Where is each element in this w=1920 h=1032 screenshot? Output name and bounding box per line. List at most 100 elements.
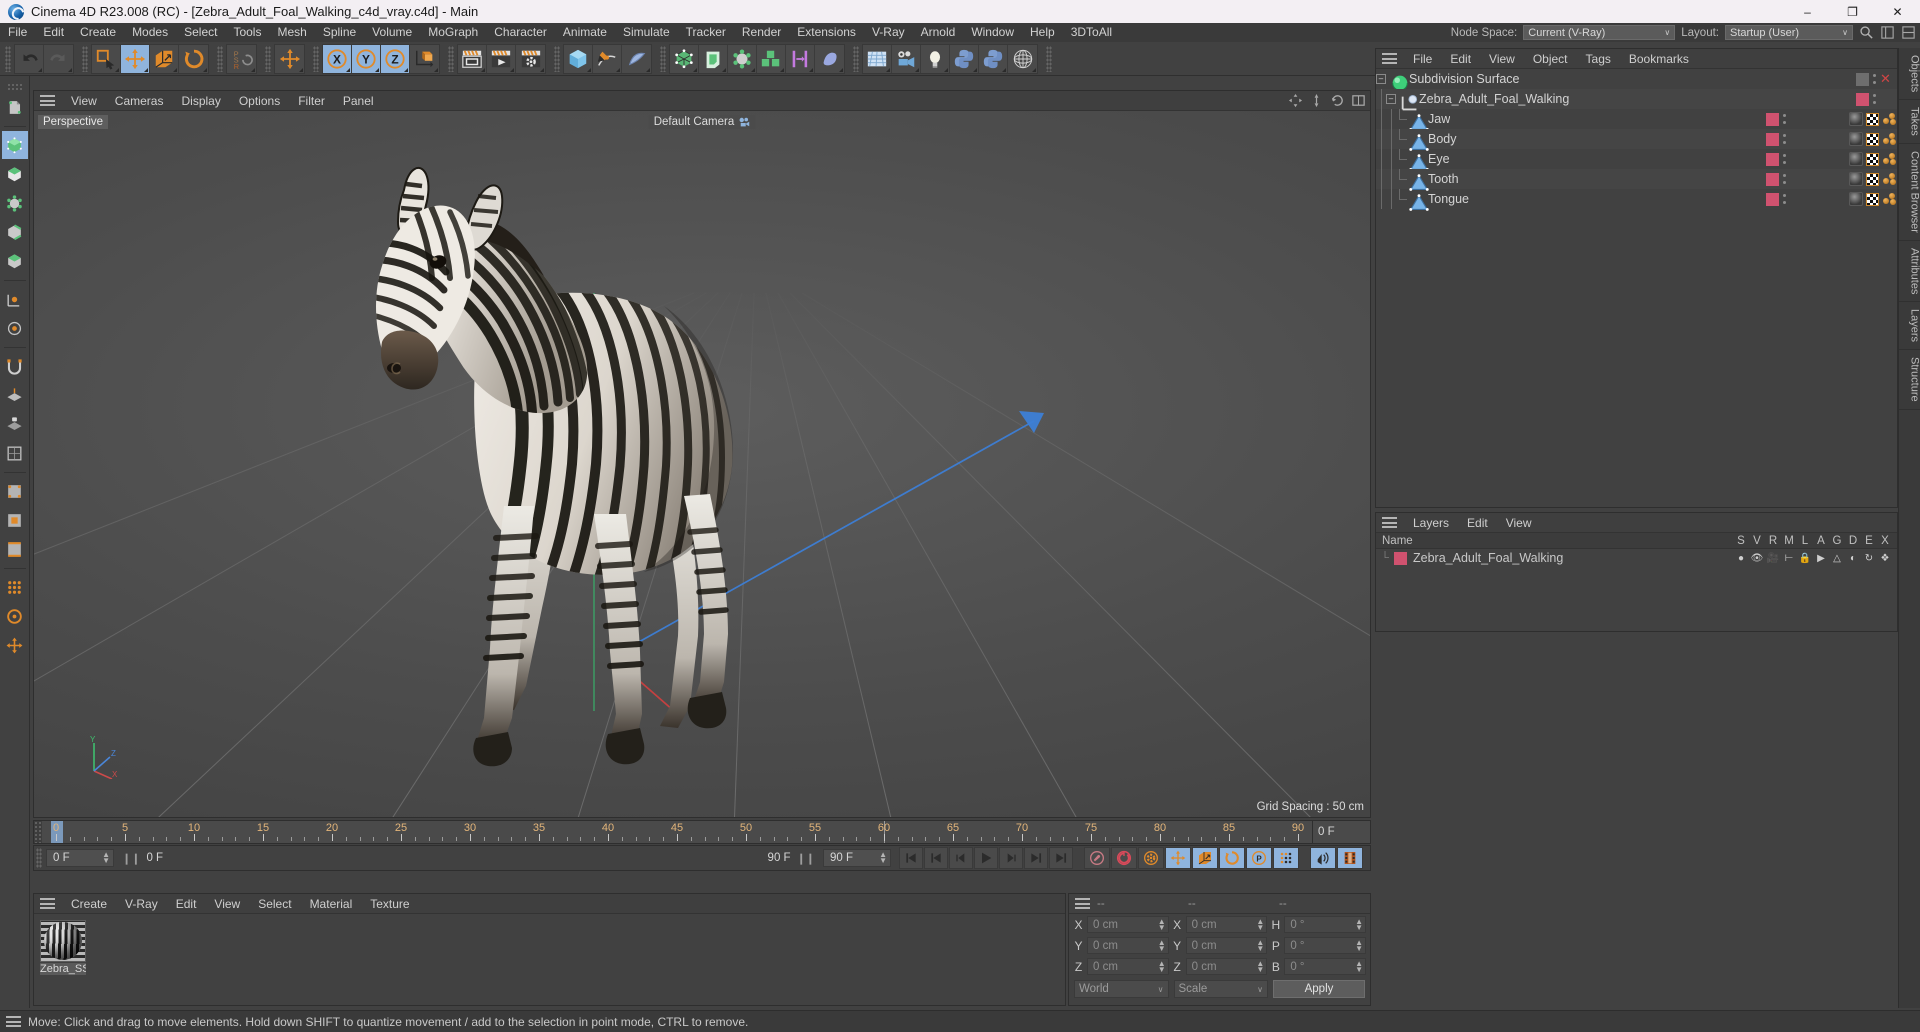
timeline-ruler[interactable]: 0 5 10 15 20 25 30 35 40 45 50 55 60 65 70 75 80 85 90 0 F (33, 820, 1371, 844)
matmenu-material[interactable]: Material (301, 894, 362, 914)
material-tag-icon[interactable] (1849, 192, 1863, 206)
objmenu-view[interactable]: View (1480, 49, 1524, 69)
uvw-tag-icon[interactable] (1866, 172, 1879, 186)
position-key-button[interactable] (1165, 847, 1191, 869)
render-settings-button[interactable] (516, 45, 545, 73)
edge-tab-takes[interactable]: Takes (1898, 100, 1920, 145)
add-floor-button[interactable] (863, 44, 892, 73)
edge-tab-attributes[interactable]: Attributes (1898, 241, 1920, 303)
object-tree-cell[interactable]: – Zebra_Adult_Foal_Walking (1376, 89, 1856, 110)
visibility-dots[interactable] (1782, 173, 1787, 186)
phong-tag-icon[interactable] (1882, 152, 1897, 166)
object-color-swatch[interactable] (1766, 192, 1779, 206)
layer-toggle-E[interactable]: ↻ (1861, 553, 1877, 564)
polygon-mode-button[interactable] (2, 247, 28, 275)
menu-render[interactable]: Render (734, 23, 789, 42)
spinner-icon[interactable]: ▲ ▼ (1256, 938, 1264, 952)
lock-y-button[interactable]: Y (352, 44, 381, 73)
layer-color-swatch[interactable] (1394, 551, 1407, 565)
menu-file[interactable]: File (0, 23, 35, 42)
visibility-dots[interactable] (1782, 153, 1787, 166)
objmenu-object[interactable]: Object (1524, 49, 1577, 69)
layer-toggle-D[interactable]: ◐ (1845, 553, 1861, 564)
lock-x-button[interactable]: X (323, 44, 352, 73)
layer-toggle-L[interactable]: 🔒 (1797, 553, 1813, 564)
object-row-controls[interactable]: ✕ (1856, 71, 1897, 87)
menu-tools[interactable]: Tools (225, 23, 269, 42)
planar-workplane-button[interactable] (2, 439, 28, 467)
viewport-menu-panel[interactable]: Panel (334, 91, 383, 111)
menu-simulate[interactable]: Simulate (615, 23, 678, 42)
quantize-button[interactable] (2, 602, 28, 630)
menu-volume[interactable]: Volume (364, 23, 420, 42)
expand-toggle[interactable]: – (1386, 94, 1396, 104)
lock-z-button[interactable]: Z (381, 44, 410, 73)
uvw-tag-icon[interactable] (1866, 132, 1879, 146)
model-mode-button[interactable] (1, 131, 28, 159)
toolbar-grip[interactable] (313, 45, 319, 72)
material-cell[interactable]: Zebra_SS (40, 920, 86, 975)
edge-tab-objects[interactable]: Objects (1898, 48, 1920, 101)
position-z-input[interactable]: 0 cm ▲ ▼ (1087, 958, 1169, 975)
layer-toggle-M[interactable]: ⊢ (1781, 553, 1797, 564)
uv-polygons-button[interactable] (2, 506, 28, 534)
play-button[interactable] (974, 847, 998, 869)
object-row[interactable]: Tongue (1376, 189, 1897, 211)
visibility-dots[interactable] (1872, 93, 1877, 106)
layer-row[interactable]: └ Zebra_Adult_Foal_Walking ● 👁 🎥 ⊢ 🔒 ▶ △ ◐ ↻ ❖ (1376, 549, 1897, 567)
uv-points-button[interactable] (2, 477, 28, 505)
material-tag-icon[interactable] (1849, 172, 1863, 186)
object-color-swatch[interactable] (1856, 92, 1869, 106)
size-mode-select[interactable]: Scale ∨ (1173, 980, 1268, 998)
layer-toggle-R[interactable]: 🎥 (1765, 553, 1781, 564)
menu-extensions[interactable]: Extensions (789, 23, 864, 42)
uvw-tag-icon[interactable] (1866, 112, 1879, 126)
rotation-h-input[interactable]: 0 ° ▲ ▼ (1284, 916, 1367, 933)
go-to-start-button[interactable] (899, 847, 923, 869)
layermenu-layers[interactable]: Layers (1404, 513, 1458, 533)
material-tag-icon[interactable] (1849, 152, 1863, 166)
object-row-controls[interactable] (1766, 132, 1807, 146)
visibility-dots[interactable] (1872, 73, 1877, 86)
live-selection-button[interactable] (92, 44, 121, 73)
object-row[interactable]: Body (1376, 129, 1897, 151)
maximize-button[interactable]: ❐ (1830, 0, 1875, 23)
viewport-menu-display[interactable]: Display (172, 91, 229, 111)
viewport-pan-icon[interactable] (1288, 93, 1303, 108)
toolbar-grip[interactable] (265, 45, 271, 72)
layers-toggle-button[interactable] (2, 573, 28, 601)
menu-create[interactable]: Create (72, 23, 124, 42)
toolbar-grip[interactable] (660, 45, 666, 72)
field-button[interactable] (815, 45, 844, 73)
objmenu-edit[interactable]: Edit (1441, 49, 1480, 69)
spinner-icon[interactable]: ▲ ▼ (1256, 959, 1264, 973)
object-row-controls[interactable] (1766, 152, 1807, 166)
enable-axis-button[interactable] (2, 285, 28, 313)
objmenu-file[interactable]: File (1404, 49, 1441, 69)
object-color-swatch[interactable] (1766, 132, 1779, 146)
world-object-coord-button[interactable] (410, 45, 439, 73)
layout-grid-icon[interactable] (1901, 25, 1916, 40)
sound-button[interactable] (1310, 847, 1336, 869)
object-row[interactable]: – Zebra_Adult_Foal_Walking (1376, 89, 1897, 110)
next-key-button[interactable] (1024, 847, 1048, 869)
objmenu-bookmarks[interactable]: Bookmarks (1620, 49, 1698, 69)
layers-rows[interactable]: └ Zebra_Adult_Foal_Walking ● 👁 🎥 ⊢ 🔒 ▶ △ ◐ ↻ ❖ (1376, 549, 1897, 567)
menu-tracker[interactable]: Tracker (678, 23, 734, 42)
toolbar-grip[interactable] (82, 45, 88, 72)
left-palette-grip[interactable] (6, 83, 23, 90)
edge-tab-layers[interactable]: Layers (1898, 302, 1920, 351)
menu-3dtoall[interactable]: 3DToAll (1063, 23, 1120, 42)
layer-toggle-G[interactable]: △ (1829, 553, 1845, 564)
enable-snap-button[interactable] (2, 352, 28, 380)
panel-icon[interactable] (1880, 25, 1895, 40)
material-list[interactable]: Zebra_SS (34, 914, 1065, 1005)
object-tree-cell[interactable]: – Subdivision Surface (1376, 72, 1856, 91)
psr-reset-button[interactable]: PSR (227, 45, 256, 73)
array-button[interactable] (699, 44, 728, 73)
object-row[interactable]: Eye (1376, 149, 1897, 171)
viewport-solo-button[interactable] (2, 314, 28, 342)
matmenu-select[interactable]: Select (249, 894, 300, 914)
material-tag-icon[interactable] (1849, 132, 1863, 146)
object-row[interactable]: – Subdivision Surface ✕ (1376, 69, 1897, 91)
